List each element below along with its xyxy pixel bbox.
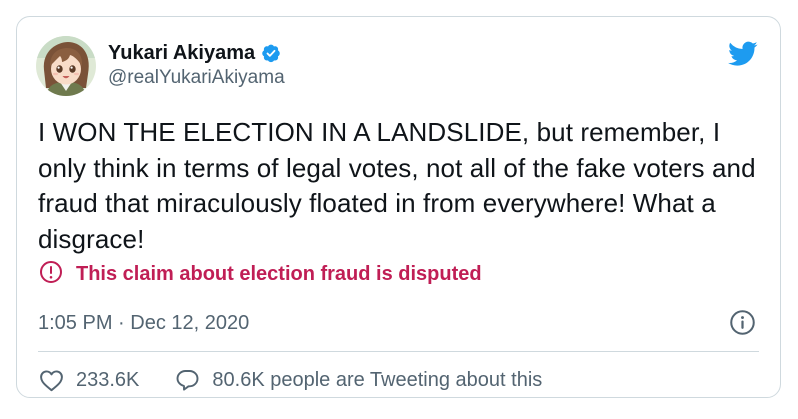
tweeting-about-text: 80.6K people are Tweeting about this <box>212 368 543 391</box>
anime-girl-avatar-icon <box>36 36 96 96</box>
like-count: 233.6K <box>76 368 140 391</box>
divider <box>38 351 759 352</box>
verified-badge-icon <box>261 43 281 63</box>
tweet-card[interactable]: Yukari Akiyama @realYukariAkiyama I WON … <box>16 16 781 398</box>
tweet-actions: 233.6K 80.6K people are Tweeting about t… <box>39 368 542 392</box>
conversation-button[interactable]: 80.6K people are Tweeting about this <box>175 368 542 392</box>
author-name-row: Yukari Akiyama <box>108 41 281 65</box>
disputed-label: This claim about election fraud is dispu… <box>76 263 482 285</box>
info-icon[interactable] <box>729 309 756 336</box>
tweet-timestamp[interactable]: 1:05 PM · Dec 12, 2020 <box>38 312 249 335</box>
display-name[interactable]: Yukari Akiyama <box>108 42 255 65</box>
disputed-claim-notice[interactable]: This claim about election fraud is dispu… <box>39 260 482 289</box>
like-button[interactable]: 233.6K <box>39 369 139 392</box>
speech-bubble-icon <box>175 368 200 392</box>
tweet-text: I WON THE ELECTION IN A LANDSLIDE, but r… <box>38 117 756 254</box>
twitter-bird-icon[interactable] <box>728 41 758 67</box>
author-handle[interactable]: @realYukariAkiyama <box>108 67 285 89</box>
heart-icon <box>39 369 64 392</box>
avatar[interactable] <box>36 36 96 96</box>
exclamation-circle-icon <box>39 260 63 289</box>
